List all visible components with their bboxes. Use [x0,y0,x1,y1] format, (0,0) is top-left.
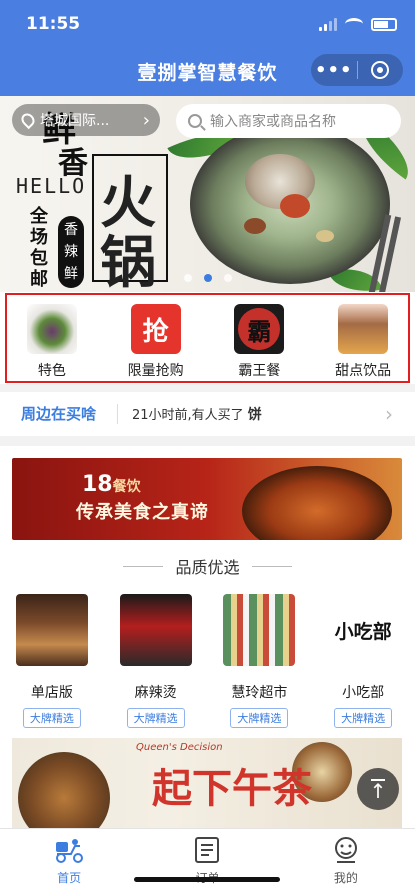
target-icon [371,61,390,79]
carousel-dot[interactable] [224,274,232,282]
signal-icon [319,17,337,31]
divider [251,565,292,567]
brand-tag: 大牌精选 [230,708,289,728]
top-bar: 11:55 壹捌掌智慧餐饮 ••• [0,0,415,96]
noodle-image [242,466,392,540]
promo-logo-text: 餐饮 [112,479,141,495]
restaurant-image [15,594,88,666]
tab-home[interactable]: 首页 [0,829,138,890]
home-indicator [134,877,280,882]
brand-name: 小吃部 [342,685,385,701]
top-bar-line [371,779,385,781]
grab-icon: 抢 [130,304,181,354]
wifi-icon [345,18,363,30]
location-selector[interactable]: 塔城国际... › [12,104,160,136]
banner-seal: 香辣鲜 [58,216,84,288]
brand-tag: 大牌精选 [126,708,185,728]
category-tese[interactable]: 特色 [0,292,104,384]
promo-slogan: 传承美食之真谛 [76,502,209,523]
promo-logo-num: 18 [82,472,113,497]
tab-profile[interactable]: 我的 [277,829,415,890]
ticker-head: 周边在买啥 [0,404,118,424]
location-text: 塔城国际... [40,113,110,129]
status-time: 11:55 [26,14,81,34]
banner-free-shipping: 全场包邮 [30,206,48,290]
dessert-image [338,304,389,354]
brand-item[interactable]: 慧玲超市 大牌精选 [208,594,312,728]
category-label: 霸王餐 [238,363,281,379]
back-to-top-button[interactable]: ↑ [357,768,399,810]
brand-item[interactable]: 单店版 大牌精选 [0,594,104,728]
close-miniprogram-button[interactable] [358,61,404,79]
battery-icon [371,17,397,31]
category-flash-sale[interactable]: 抢 限量抢购 [104,292,208,384]
snack-logo: 小吃部 [327,594,400,666]
dish-image [26,304,77,354]
mala-shop-image [119,594,192,666]
ticker-message: 21小时前,有人买了饼 [118,404,385,424]
brand-name: 麻辣烫 [134,685,177,701]
brand-item[interactable]: 麻辣烫 大牌精选 [104,594,208,728]
category-bawang[interactable]: 霸 霸王餐 [208,292,312,384]
main-content: 18餐饮 传承美食之真谛 品质优选 单店版 大牌精选 麻辣烫 大牌精选 慧玲超市… [0,446,415,828]
tab-label: 我的 [333,871,358,885]
category-label: 甜点饮品 [335,363,392,379]
chevron-right-icon: › [142,109,150,131]
hotpot-image [190,124,390,284]
promo2-title: 起下午茶 [152,765,312,812]
category-label: 限量抢购 [127,363,184,379]
category-row: 特色 抢 限量抢购 霸 霸王餐 甜点饮品 [0,292,415,384]
supermarket-image [223,594,296,666]
status-bar: 11:55 [26,12,397,36]
carousel-dot[interactable] [184,274,192,282]
scooter-icon [53,835,85,865]
brand-list: 单店版 大牌精选 麻辣烫 大牌精选 慧玲超市 大牌精选 小吃部 小吃部 大牌精选 [0,594,415,728]
tab-label: 首页 [57,871,82,885]
location-pin-icon [18,110,38,130]
more-button[interactable]: ••• [311,60,357,81]
status-icons [319,17,397,31]
purchase-ticker[interactable]: 周边在买啥 21小时前,有人买了饼 › [0,392,415,436]
afternoon-tea-banner[interactable]: Queen's Decision 起下午茶 [12,738,402,828]
ticker-item: 饼 [247,407,262,423]
carousel-dot-active[interactable] [204,274,212,282]
banner-hotpot-title: 火 锅 [92,154,168,292]
search-input[interactable]: 输入商家或商品名称 [176,104,401,138]
user-face-icon [330,835,362,865]
arrow-up-icon: ↑ [369,779,387,803]
carousel-dots [184,274,232,282]
banner-hello: HELLO [16,174,87,198]
brand-tag: 大牌精选 [22,708,81,728]
promo2-small: Queen's Decision [136,742,223,753]
bawang-glyph: 霸 [238,308,281,350]
category-dessert[interactable]: 甜点饮品 [311,292,415,384]
chevron-right-icon: › [385,402,393,426]
food-image [18,752,110,828]
promo-logo: 18餐饮 [82,472,141,497]
promo-banner[interactable]: 18餐饮 传承美食之真谛 [12,458,402,540]
brand-item[interactable]: 小吃部 小吃部 大牌精选 [311,594,415,728]
section-title: 品质优选 [0,554,415,578]
search-placeholder: 输入商家或商品名称 [210,114,336,130]
divider [123,565,164,567]
banner-char-guo: 锅 [100,230,156,292]
brand-name: 慧玲超市 [231,685,288,701]
search-icon [188,114,202,128]
section-title-text: 品质优选 [175,558,240,577]
ticker-text: 21小时前,有人买了 [132,408,244,423]
brand-tag: 大牌精选 [334,708,393,728]
bawang-icon: 霸 [234,304,285,354]
brand-name: 单店版 [30,685,73,701]
category-label: 特色 [37,363,66,379]
miniprogram-capsule: ••• [311,54,403,86]
order-list-icon [191,835,223,865]
